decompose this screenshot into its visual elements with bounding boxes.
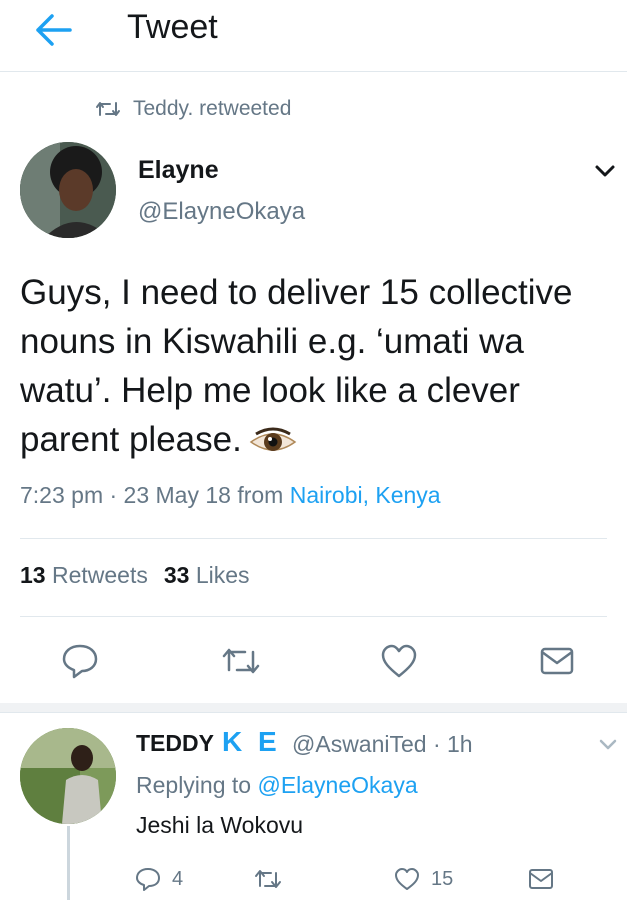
reply-author-handle: @AswaniTed — [292, 731, 427, 757]
retweet-icon — [96, 102, 120, 116]
chevron-down-icon[interactable] — [592, 160, 618, 182]
reply-like-button[interactable]: 15 — [393, 864, 453, 894]
reply-author-name-suffix: K E — [222, 726, 281, 757]
like-heart-icon[interactable] — [379, 642, 419, 680]
reply-icon[interactable] — [60, 642, 100, 680]
tweet-meta: 7:23 pm · 23 May 18 from Nairobi, Kenya — [20, 482, 441, 509]
likes-label: Likes — [195, 562, 250, 588]
author-avatar[interactable] — [20, 142, 116, 238]
replying-to-mention[interactable]: @ElayneOkaya — [257, 772, 417, 798]
top-bar: Tweet — [0, 0, 627, 72]
like-count: 15 — [431, 867, 454, 890]
reply-text: Jeshi la Wokovu — [136, 812, 304, 838]
section-separator — [0, 703, 627, 713]
reply-icon — [136, 868, 160, 891]
thread-line — [67, 826, 70, 900]
reply-share-button[interactable] — [527, 864, 555, 894]
likes-stat[interactable]: 33 Likes — [164, 562, 250, 588]
divider — [20, 538, 607, 539]
reply-retweet-button[interactable] — [254, 864, 282, 894]
retweets-stat[interactable]: 13 Retweets — [20, 562, 148, 588]
envelope-icon — [529, 869, 553, 889]
retweet-context-text: Teddy. retweeted — [133, 97, 292, 120]
author-handle[interactable]: @ElayneOkaya — [138, 198, 305, 226]
share-envelope-icon[interactable] — [537, 642, 577, 680]
reply-chevron-down-icon[interactable] — [597, 735, 619, 753]
divider — [20, 616, 607, 617]
tweet-timestamp[interactable]: 7:23 pm · 23 May 18 from — [20, 482, 290, 508]
reply-reply-button[interactable]: 4 — [134, 864, 183, 894]
tweet-stats: 13 Retweets 33 Likes — [20, 562, 250, 589]
retweets-label: Retweets — [51, 562, 148, 588]
author-name[interactable]: Elayne — [138, 156, 219, 185]
replying-to-prefix: Replying to — [136, 772, 258, 798]
heart-icon — [395, 868, 419, 890]
replying-to: Replying to @ElayneOkaya — [136, 772, 418, 799]
retweet-icon — [255, 870, 281, 888]
page-title: Tweet — [127, 8, 218, 46]
reply-time: · 1h — [426, 731, 473, 757]
back-arrow-icon[interactable] — [30, 10, 74, 50]
reply-author-avatar[interactable] — [20, 728, 116, 824]
retweet-context[interactable]: Teddy. retweeted — [95, 95, 291, 123]
reply-handle-time[interactable]: @AswaniTed · 1h — [292, 731, 473, 758]
likes-count: 33 — [163, 562, 190, 588]
eye-emoji-icon — [249, 427, 297, 451]
reply-author-name[interactable]: TEDDY — [136, 730, 214, 757]
tweet-location[interactable]: Nairobi, Kenya — [290, 482, 441, 508]
retweet-icon[interactable] — [221, 642, 261, 680]
reply-count: 4 — [172, 867, 184, 890]
retweets-count: 13 — [20, 562, 46, 588]
tweet-body: Guys, I need to deliver 15 collective no… — [20, 268, 620, 464]
